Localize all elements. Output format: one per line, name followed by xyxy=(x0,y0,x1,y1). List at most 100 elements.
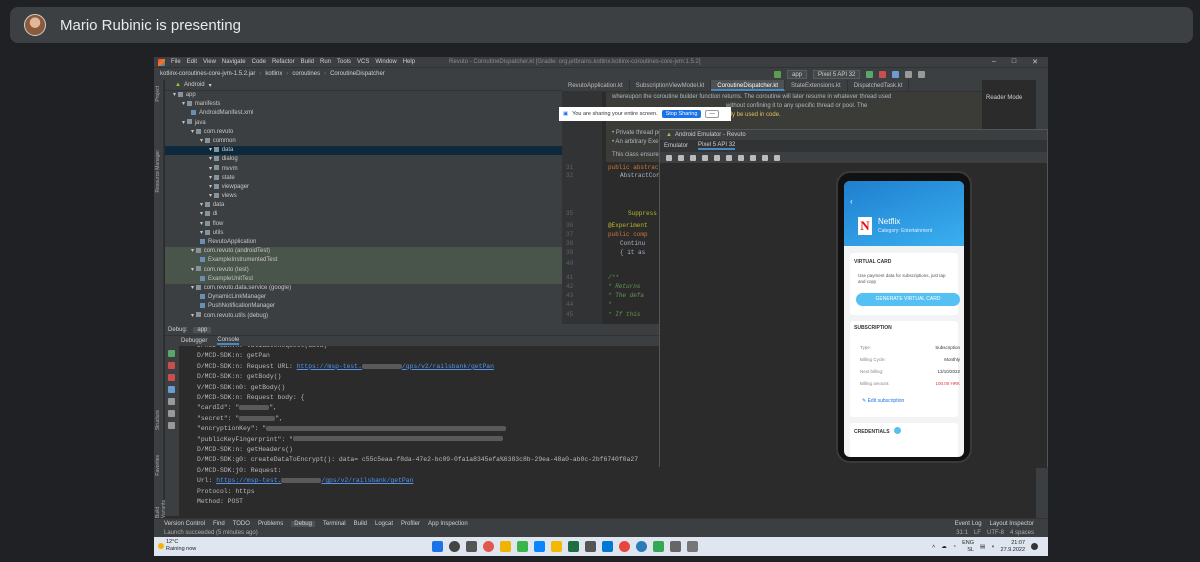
pin-icon[interactable] xyxy=(168,422,175,429)
debugger-tab[interactable]: Debugger xyxy=(181,338,207,344)
tree-item[interactable]: ▾ views xyxy=(165,192,562,201)
device-tab[interactable]: Pixel 5 API 32 xyxy=(698,142,736,150)
outlook-icon[interactable] xyxy=(602,541,613,552)
menu-window[interactable]: Window xyxy=(375,59,396,65)
power-icon[interactable] xyxy=(666,154,672,161)
console-tab[interactable]: Console xyxy=(217,337,240,345)
editor-tab[interactable]: CoroutineDispatcher.kt xyxy=(711,80,785,91)
store-icon[interactable] xyxy=(534,541,545,552)
settings-icon[interactable] xyxy=(687,541,698,552)
tool-window-button[interactable]: Find xyxy=(213,521,225,527)
file-explorer-icon[interactable] xyxy=(500,541,511,552)
tool-window-button[interactable]: App Inspection xyxy=(428,521,468,527)
close-icon[interactable]: ✕ xyxy=(1032,58,1038,66)
rotate-right-icon[interactable] xyxy=(714,154,720,161)
maximize-icon[interactable]: □ xyxy=(1012,58,1016,66)
menu-run[interactable]: Run xyxy=(320,59,331,65)
tree-item[interactable]: PushNotificationManager xyxy=(165,302,562,311)
tool-window-button[interactable]: Debug xyxy=(291,520,315,527)
whatsapp-icon[interactable] xyxy=(653,541,664,552)
reader-mode-toggle[interactable]: Reader Mode xyxy=(982,92,1036,104)
volume-up-icon[interactable] xyxy=(678,154,684,161)
phone-screen[interactable]: ‹ N Netflix Category: Entertainment VIRT… xyxy=(844,181,964,457)
debug-config-tab[interactable]: app xyxy=(193,326,212,333)
edge-icon[interactable] xyxy=(636,541,647,552)
app-icon[interactable] xyxy=(670,541,681,552)
tree-item[interactable]: ▾ common xyxy=(165,137,562,146)
indent[interactable]: 4 spaces xyxy=(1010,530,1034,536)
cloud-icon[interactable]: ☁ xyxy=(941,544,947,550)
emulator-tab[interactable]: Emulator xyxy=(664,143,688,149)
tree-item[interactable]: ▾ com.revuto xyxy=(165,128,562,137)
tree-item[interactable]: ▾ flow xyxy=(165,220,562,229)
tree-item[interactable]: AndroidManifest.xml xyxy=(165,109,562,118)
volume-down-icon[interactable] xyxy=(690,154,696,161)
language-indicator[interactable]: ENG SL xyxy=(962,540,974,553)
home-icon[interactable] xyxy=(738,154,744,161)
menu-edit[interactable]: Edit xyxy=(187,59,197,65)
add-credentials-icon[interactable] xyxy=(894,427,901,434)
clock[interactable]: 21:07 27.9.2022 xyxy=(1001,540,1025,553)
line-separator[interactable]: LF xyxy=(974,530,981,536)
firefox-icon[interactable] xyxy=(483,541,494,552)
console-link[interactable]: https://msp-test. xyxy=(297,363,362,370)
device-select[interactable]: Pixel 5 API 32 xyxy=(813,70,861,79)
stop-sharing-button[interactable]: Stop Sharing xyxy=(661,110,702,118)
chrome-icon[interactable] xyxy=(619,541,630,552)
terminal-icon[interactable] xyxy=(585,541,596,552)
encoding[interactable]: UTF-8 xyxy=(987,530,1004,536)
console-link-path[interactable]: /gps/v2/railsbank/getPan xyxy=(402,363,494,370)
tree-item[interactable]: ▾ com.revuto (test) xyxy=(165,265,562,275)
breadcrumb-kotlinx[interactable]: kotlinx xyxy=(265,71,282,77)
wifi-icon[interactable]: ◔ xyxy=(953,544,956,550)
network-icon[interactable]: ▤ xyxy=(980,544,985,550)
tree-item[interactable]: ▾ data xyxy=(165,201,562,210)
tool-window-button[interactable]: Build xyxy=(354,521,367,527)
run-icon[interactable] xyxy=(866,71,874,78)
hammer-icon[interactable] xyxy=(774,71,781,78)
more-icon[interactable] xyxy=(774,154,780,161)
debug-icon[interactable] xyxy=(879,71,887,78)
minimize-icon[interactable]: – xyxy=(992,58,996,66)
favorites-label[interactable]: Favorites xyxy=(155,455,161,476)
menu-vcs[interactable]: VCS xyxy=(357,59,369,65)
tree-item[interactable]: ▾ app xyxy=(165,91,562,100)
settings-icon[interactable] xyxy=(168,410,175,417)
tool-window-button[interactable]: Profiler xyxy=(401,521,420,527)
stop-icon[interactable] xyxy=(168,362,175,369)
editor-tab[interactable]: SubscriptionViewModel.kt xyxy=(630,80,712,91)
project-view-select[interactable]: ▲ Android ▾ xyxy=(165,80,562,91)
tree-item[interactable]: ▾ dialog xyxy=(165,155,562,164)
camera-icon[interactable] xyxy=(168,398,175,405)
profile-icon[interactable] xyxy=(892,71,900,78)
project-tool-label[interactable]: Project xyxy=(155,86,161,102)
editor-tab[interactable]: DispatchedTask.kt xyxy=(848,80,910,91)
menu-view[interactable]: View xyxy=(203,59,216,65)
tree-item[interactable]: ▾ manifests xyxy=(165,100,562,109)
tree-item[interactable]: ▾ viewpager xyxy=(165,183,562,192)
hide-banner-button[interactable]: — xyxy=(705,110,719,118)
tool-window-button[interactable]: Logcat xyxy=(375,521,393,527)
breadcrumb-jar[interactable]: kotlinx-coroutines-core-jvm-1.5.2.jar xyxy=(160,71,255,77)
event-log-button[interactable]: Event Log xyxy=(955,521,982,527)
tree-item[interactable]: ▾ java xyxy=(165,119,562,128)
tree-item[interactable]: DynamicLinkManager xyxy=(165,293,562,302)
run-config-select[interactable]: app xyxy=(787,70,808,79)
overview-icon[interactable] xyxy=(750,154,756,161)
menu-refactor[interactable]: Refactor xyxy=(272,59,295,65)
back-icon[interactable] xyxy=(726,154,732,161)
menu-tools[interactable]: Tools xyxy=(337,59,351,65)
tree-item[interactable]: ▾ com.revuto (androidTest) xyxy=(165,247,562,257)
rotate-left-icon[interactable] xyxy=(702,154,708,161)
tree-item[interactable]: ExampleInstrumentedTest xyxy=(165,256,562,266)
menu-file[interactable]: File xyxy=(171,59,181,65)
menu-code[interactable]: Code xyxy=(252,59,266,65)
start-icon[interactable] xyxy=(432,541,443,552)
back-arrow-icon[interactable]: ‹ xyxy=(850,197,853,206)
speaker-icon[interactable]: ◖ xyxy=(991,544,994,550)
gear-icon[interactable] xyxy=(918,71,926,78)
tree-item[interactable]: RevutoApplication xyxy=(165,238,562,247)
tree-item[interactable]: ▾ utils xyxy=(165,229,562,238)
task-view-icon[interactable] xyxy=(466,541,477,552)
tree-item[interactable]: ▾ com.revuto.utils (debug) xyxy=(165,312,562,321)
